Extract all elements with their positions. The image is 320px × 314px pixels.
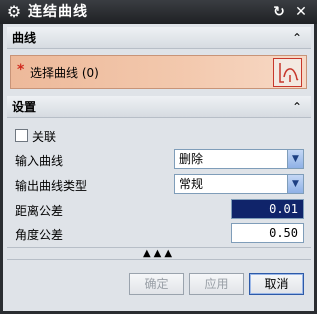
ok-button[interactable]: 确定 — [129, 273, 184, 295]
select-curve-label: 选择曲线 (0) — [30, 66, 99, 80]
chevron-up-icon[interactable]: ⌃ — [287, 97, 307, 117]
title-bar: ⚙ 连结曲线 ↻ ✕ — [0, 0, 317, 24]
angle-tolerance-label: 角度公差 — [15, 228, 64, 242]
output-type-select[interactable]: 常规 ▼ — [174, 174, 304, 194]
settings-section-header[interactable]: 设置 ⌃ — [7, 96, 311, 118]
cancel-button[interactable]: 取消 — [249, 273, 304, 295]
distance-tolerance-input[interactable]: 0.01 — [231, 199, 304, 219]
distance-tolerance-label: 距离公差 — [15, 204, 64, 218]
curve-section-header[interactable]: 曲线 ⌃ — [7, 27, 311, 49]
chevron-down-icon[interactable]: ▼ — [287, 150, 303, 168]
dialog-title: 连结曲线 — [28, 4, 88, 20]
gear-icon[interactable]: ⚙ — [5, 3, 23, 21]
associative-checkbox[interactable] — [15, 129, 28, 142]
angle-tolerance-input[interactable]: 0.50 — [231, 223, 304, 243]
close-icon[interactable]: ✕ — [292, 3, 310, 21]
output-type-value: 常规 — [179, 177, 204, 191]
associative-label: 关联 — [32, 130, 57, 144]
select-curve-row[interactable]: * 选择曲线 (0) — [10, 55, 307, 89]
reset-icon[interactable]: ↻ — [270, 3, 288, 21]
dialog-body: 曲线 ⌃ * 选择曲线 (0) 设置 ⌃ 关联 输入曲线 删除 ▼ 输出曲线类型… — [3, 24, 314, 311]
join-curves-dialog: ⚙ 连结曲线 ↻ ✕ 曲线 ⌃ * 选择曲线 (0) 设置 ⌃ 关联 输入曲线 … — [0, 0, 317, 314]
select-curve-button[interactable] — [273, 58, 302, 87]
apply-button[interactable]: 应用 — [189, 273, 244, 295]
input-curve-value: 删除 — [179, 152, 204, 166]
required-marker: * — [17, 62, 25, 78]
curve-section-title: 曲线 — [12, 31, 37, 45]
output-type-label: 输出曲线类型 — [15, 179, 88, 193]
chevron-down-icon[interactable]: ▼ — [287, 175, 303, 193]
chevron-up-icon[interactable]: ⌃ — [287, 28, 307, 48]
input-curve-label: 输入曲线 — [15, 154, 64, 168]
expand-more-toggle[interactable]: ▲▲▲ — [7, 247, 311, 260]
more-options-icon: ▲▲▲ — [142, 248, 176, 259]
settings-section-title: 设置 — [12, 100, 37, 114]
select-curve-icon — [279, 63, 299, 83]
input-curve-select[interactable]: 删除 ▼ — [174, 149, 304, 169]
